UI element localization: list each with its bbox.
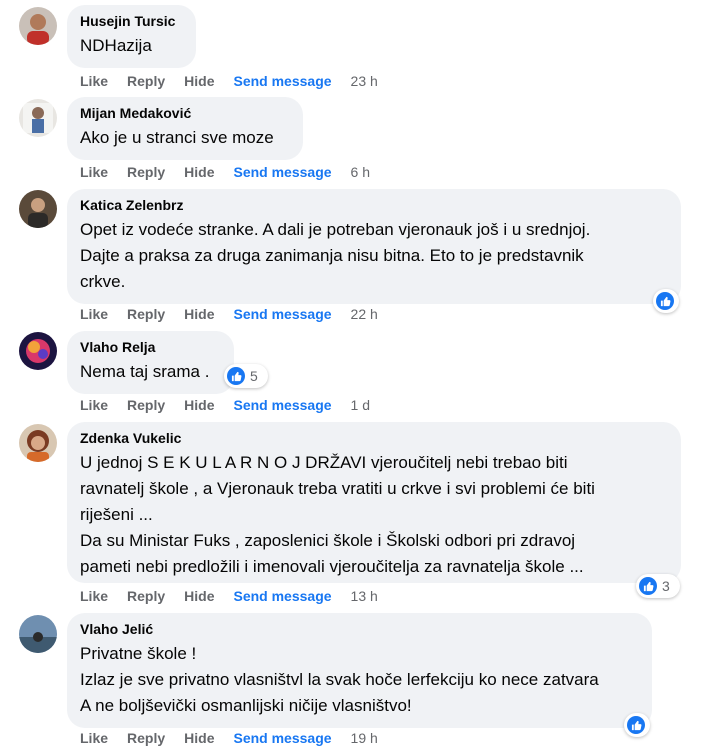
avatar[interactable]	[19, 7, 57, 45]
send-message-link[interactable]: Send message	[233, 163, 331, 181]
comment-text: Privatne škole ! Izlaz je sve privatno v…	[80, 644, 599, 715]
hide-button[interactable]: Hide	[184, 587, 214, 605]
reaction-count: 5	[250, 368, 258, 384]
like-icon	[639, 577, 657, 595]
send-message-link[interactable]: Send message	[233, 72, 331, 90]
avatar[interactable]	[19, 99, 57, 137]
comment-bubble: Katica Zelenbrz Opet iz vodeće stranke. …	[67, 189, 681, 304]
comment-actions: Like Reply Hide Send message 22 h	[80, 305, 378, 323]
send-message-link[interactable]: Send message	[233, 396, 331, 414]
comment-actions: Like Reply Hide Send message 13 h	[80, 587, 378, 605]
send-message-link[interactable]: Send message	[233, 729, 331, 747]
hide-button[interactable]: Hide	[184, 729, 214, 747]
comment-author[interactable]: Husejin Tursic	[80, 13, 183, 30]
comment-bubble: Vlaho Relja Nema taj srama .	[67, 331, 234, 394]
reply-button[interactable]: Reply	[127, 587, 165, 605]
avatar[interactable]	[19, 424, 57, 462]
reaction-badge[interactable]	[653, 289, 679, 313]
reply-button[interactable]: Reply	[127, 72, 165, 90]
avatar[interactable]	[19, 615, 57, 653]
reaction-badge[interactable]	[624, 713, 650, 737]
comment-actions: Like Reply Hide Send message 1 d	[80, 396, 370, 414]
comment-text: Nema taj srama .	[80, 362, 210, 381]
like-button[interactable]: Like	[80, 163, 108, 181]
like-icon	[656, 292, 674, 310]
avatar[interactable]	[19, 332, 57, 370]
comment-actions: Like Reply Hide Send message 19 h	[80, 729, 378, 747]
comment-author[interactable]: Vlaho Jelić	[80, 621, 639, 638]
hide-button[interactable]: Hide	[184, 396, 214, 414]
comment-timestamp[interactable]: 19 h	[351, 729, 378, 747]
comment-timestamp[interactable]: 6 h	[351, 163, 370, 181]
like-icon	[627, 716, 645, 734]
send-message-link[interactable]: Send message	[233, 587, 331, 605]
comment-text: NDHazija	[80, 36, 152, 55]
comment-bubble: Vlaho Jelić Privatne škole ! Izlaz je sv…	[67, 613, 652, 728]
like-button[interactable]: Like	[80, 305, 108, 323]
comment-text: U jednoj S E K U L A R N O J DRŽAVI vjer…	[80, 453, 595, 576]
comment-bubble: Mijan Medaković Ako je u stranci sve moz…	[67, 97, 303, 160]
comment-author[interactable]: Katica Zelenbrz	[80, 197, 668, 214]
hide-button[interactable]: Hide	[184, 72, 214, 90]
comment-timestamp[interactable]: 22 h	[351, 305, 378, 323]
comment-timestamp[interactable]: 13 h	[351, 587, 378, 605]
comment-actions: Like Reply Hide Send message 6 h	[80, 163, 370, 181]
comment-actions: Like Reply Hide Send message 23 h	[80, 72, 378, 90]
comment-timestamp[interactable]: 23 h	[351, 72, 378, 90]
comment-bubble: Zdenka Vukelic U jednoj S E K U L A R N …	[67, 422, 681, 583]
reply-button[interactable]: Reply	[127, 163, 165, 181]
reaction-badge[interactable]: 3	[636, 574, 680, 598]
like-button[interactable]: Like	[80, 72, 108, 90]
like-button[interactable]: Like	[80, 587, 108, 605]
comment-author[interactable]: Mijan Medaković	[80, 105, 290, 122]
comment-bubble: Husejin Tursic NDHazija	[67, 5, 196, 68]
reaction-count: 3	[662, 578, 670, 594]
comment-text: Opet iz vodeće stranke. A dali je potreb…	[80, 220, 591, 291]
reaction-badge[interactable]: 5	[224, 364, 268, 388]
send-message-link[interactable]: Send message	[233, 305, 331, 323]
like-button[interactable]: Like	[80, 729, 108, 747]
comment-timestamp[interactable]: 1 d	[351, 396, 370, 414]
reply-button[interactable]: Reply	[127, 396, 165, 414]
comment-author[interactable]: Zdenka Vukelic	[80, 430, 668, 447]
avatar[interactable]	[19, 190, 57, 228]
like-icon	[227, 367, 245, 385]
hide-button[interactable]: Hide	[184, 305, 214, 323]
reply-button[interactable]: Reply	[127, 305, 165, 323]
comment-author[interactable]: Vlaho Relja	[80, 339, 221, 356]
like-button[interactable]: Like	[80, 396, 108, 414]
reply-button[interactable]: Reply	[127, 729, 165, 747]
comment-text: Ako je u stranci sve moze	[80, 128, 274, 147]
hide-button[interactable]: Hide	[184, 163, 214, 181]
